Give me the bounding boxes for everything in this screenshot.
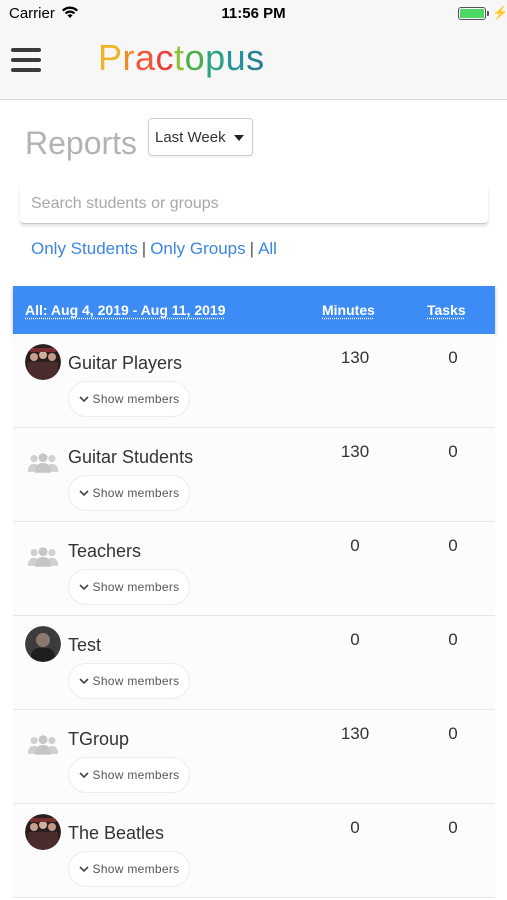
table-row: TGroup 130 0 Show members xyxy=(13,710,495,804)
row-tasks: 0 xyxy=(448,630,458,649)
date-range-header[interactable]: All: Aug 4, 2019 - Aug 11, 2019 xyxy=(25,302,225,318)
show-members-button[interactable]: Show members xyxy=(68,757,190,793)
show-members-label: Show members xyxy=(92,674,180,688)
filter-separator: | xyxy=(249,239,255,258)
table-row: Teachers 0 0 Show members xyxy=(13,522,495,616)
tasks-column-header[interactable]: Tasks xyxy=(427,302,466,318)
chevron-down-icon xyxy=(78,866,89,873)
minutes-column-header[interactable]: Minutes xyxy=(322,302,375,318)
avatar xyxy=(25,344,61,380)
row-name[interactable]: Guitar Students xyxy=(68,447,193,468)
filter-only-groups[interactable]: Only Groups xyxy=(150,239,245,258)
row-tasks: 0 xyxy=(448,724,458,743)
chevron-down-icon xyxy=(78,772,89,779)
row-minutes: 130 xyxy=(340,724,370,743)
row-minutes: 130 xyxy=(340,348,370,367)
show-members-label: Show members xyxy=(92,768,180,782)
avatar xyxy=(25,814,61,850)
battery-tip xyxy=(487,11,489,16)
row-name[interactable]: Test xyxy=(68,635,101,656)
clock: 11:56 PM xyxy=(221,5,286,22)
caret-down-icon xyxy=(234,135,244,141)
chevron-down-icon xyxy=(78,678,89,685)
status-bar: Carrier 11:56 PM ⚡ xyxy=(0,0,507,26)
group-icon xyxy=(25,720,61,756)
page-title: Reports xyxy=(25,125,138,161)
group-icon xyxy=(25,532,61,568)
row-name[interactable]: The Beatles xyxy=(68,823,164,844)
show-members-label: Show members xyxy=(92,486,180,500)
charging-icon: ⚡ xyxy=(492,5,507,20)
filter-links: Only Students | Only Groups | All xyxy=(31,239,277,259)
table-header: All: Aug 4, 2019 - Aug 11, 2019 Minutes … xyxy=(13,286,495,334)
period-dropdown[interactable]: Last Week xyxy=(148,118,253,156)
search-input[interactable] xyxy=(20,184,488,224)
battery-icon xyxy=(458,7,486,20)
chevron-down-icon xyxy=(78,396,89,403)
avatar xyxy=(25,626,61,662)
table-row: The Beatles 0 0 Show members xyxy=(13,804,495,898)
row-name[interactable]: Teachers xyxy=(68,541,141,562)
hamburger-menu-icon[interactable] xyxy=(11,48,41,72)
show-members-label: Show members xyxy=(92,580,180,594)
table-row: Guitar Students 130 0 Show members xyxy=(13,428,495,522)
row-name[interactable]: Guitar Players xyxy=(68,353,182,374)
row-name[interactable]: TGroup xyxy=(68,729,129,750)
show-members-button[interactable]: Show members xyxy=(68,663,190,699)
row-minutes: 0 xyxy=(350,536,360,555)
show-members-button[interactable]: Show members xyxy=(68,381,190,417)
row-minutes: 0 xyxy=(350,630,360,649)
app-header: Practopus xyxy=(0,26,507,100)
table-row: Test 0 0 Show members xyxy=(13,616,495,710)
row-tasks: 0 xyxy=(448,818,458,837)
row-tasks: 0 xyxy=(448,348,458,367)
filter-separator: | xyxy=(141,239,147,258)
row-minutes: 130 xyxy=(340,442,370,461)
chevron-down-icon xyxy=(78,490,89,497)
brand-logo: Practopus xyxy=(98,37,265,78)
show-members-label: Show members xyxy=(92,392,180,406)
row-minutes: 0 xyxy=(350,818,360,837)
show-members-label: Show members xyxy=(92,862,180,876)
report-rows: Guitar Players 130 0 Show members Guitar… xyxy=(13,334,495,898)
filter-only-students[interactable]: Only Students xyxy=(31,239,138,258)
show-members-button[interactable]: Show members xyxy=(68,475,190,511)
show-members-button[interactable]: Show members xyxy=(68,569,190,605)
chevron-down-icon xyxy=(78,584,89,591)
row-tasks: 0 xyxy=(448,536,458,555)
group-icon xyxy=(25,438,61,474)
row-tasks: 0 xyxy=(448,442,458,461)
table-row: Guitar Players 130 0 Show members xyxy=(13,334,495,428)
period-selected-value: Last Week xyxy=(155,129,226,146)
filter-all[interactable]: All xyxy=(258,239,277,258)
show-members-button[interactable]: Show members xyxy=(68,851,190,887)
